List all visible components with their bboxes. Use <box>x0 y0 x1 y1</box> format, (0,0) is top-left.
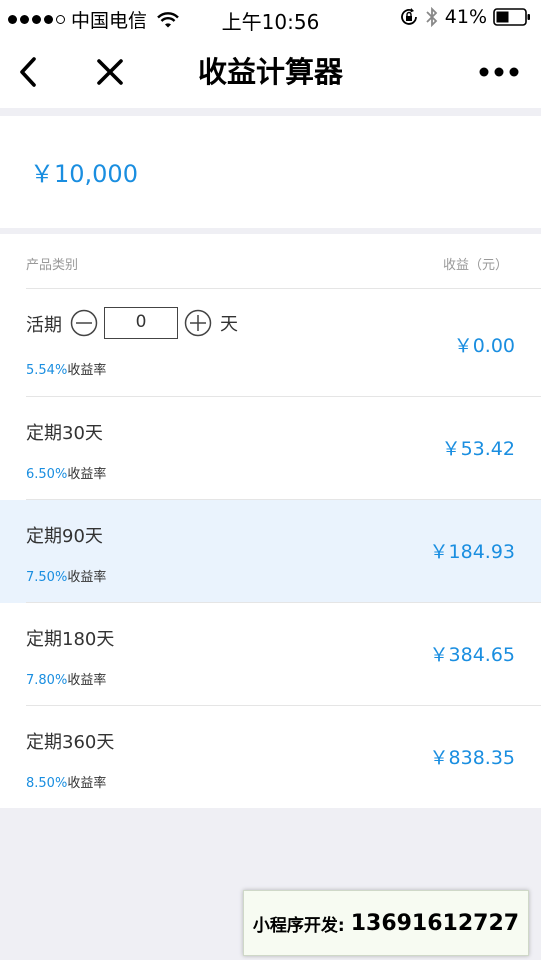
list-item[interactable]: 定期90天 7.50%收益率 ￥184.93 <box>0 500 541 603</box>
principal-amount[interactable]: ￥10,000 <box>30 154 138 189</box>
page-title: 收益计算器 <box>197 55 343 89</box>
watermark-phone: 13691612727 <box>350 910 520 936</box>
list-item-demand: 活期 0 天 5.54%收益率 ￥0.00 <box>0 289 541 397</box>
rate-text: 8.50%收益率 <box>26 772 106 791</box>
more-icon[interactable] <box>479 66 519 78</box>
product-name: 定期30天 <box>26 423 103 444</box>
rate-percent: 5.54% <box>26 363 68 378</box>
income-value: ￥0.00 <box>453 335 515 357</box>
bluetooth-icon <box>426 7 438 27</box>
nav-bar: 收益计算器 <box>0 36 541 108</box>
list-item[interactable]: 定期360天 8.50%收益率 ￥838.35 <box>0 706 541 809</box>
income-value: ￥838.35 <box>429 747 515 769</box>
rate-text: 5.54%收益率 <box>26 359 106 378</box>
watermark-banner: 小程序开发: 13691612727 <box>243 890 529 956</box>
watermark-label: 小程序开发: <box>252 915 345 936</box>
days-input[interactable]: 0 <box>104 307 178 339</box>
status-bar: 中国电信 上午10:56 41% <box>0 0 541 36</box>
principal-section: ￥10,000 <box>0 116 541 228</box>
product-list: 产品类别 收益（元） 活期 0 天 5.54%收益率 ￥0.00 定期30天 6… <box>0 234 541 808</box>
rate-label: 收益率 <box>67 570 107 585</box>
header-category: 产品类别 <box>26 258 79 273</box>
product-name: 定期360天 <box>26 732 115 753</box>
product-name: 定期90天 <box>26 526 103 547</box>
rate-percent: 6.50% <box>26 467 68 482</box>
header-income: 收益（元） <box>442 258 508 273</box>
battery-icon <box>493 8 530 26</box>
income-value: ￥53.42 <box>441 438 515 460</box>
rate-text: 7.80%收益率 <box>26 669 106 688</box>
rate-label: 收益率 <box>67 363 107 378</box>
list-header: 产品类别 收益（元） <box>26 234 541 289</box>
days-stepper: 0 天 <box>70 307 238 339</box>
plus-icon[interactable] <box>184 309 212 337</box>
rate-text: 7.50%收益率 <box>26 566 106 585</box>
income-value: ￥184.93 <box>429 541 515 563</box>
income-value: ￥384.65 <box>429 644 515 666</box>
rate-label: 收益率 <box>67 467 107 482</box>
rotation-lock-icon <box>400 8 417 25</box>
product-name: 活期 <box>26 315 62 336</box>
product-name: 定期180天 <box>26 629 115 650</box>
minus-icon[interactable] <box>70 309 98 337</box>
list-item[interactable]: 定期30天 6.50%收益率 ￥53.42 <box>0 397 541 500</box>
battery-percent: 41% <box>444 6 487 28</box>
rate-label: 收益率 <box>67 776 107 791</box>
rate-percent: 8.50% <box>26 776 68 791</box>
rate-text: 6.50%收益率 <box>26 463 106 482</box>
rate-percent: 7.80% <box>26 673 68 688</box>
status-right: 41% <box>399 6 531 28</box>
day-unit: 天 <box>220 314 238 335</box>
rate-percent: 7.50% <box>26 570 68 585</box>
list-item[interactable]: 定期180天 7.80%收益率 ￥384.65 <box>0 603 541 706</box>
rate-label: 收益率 <box>67 673 107 688</box>
